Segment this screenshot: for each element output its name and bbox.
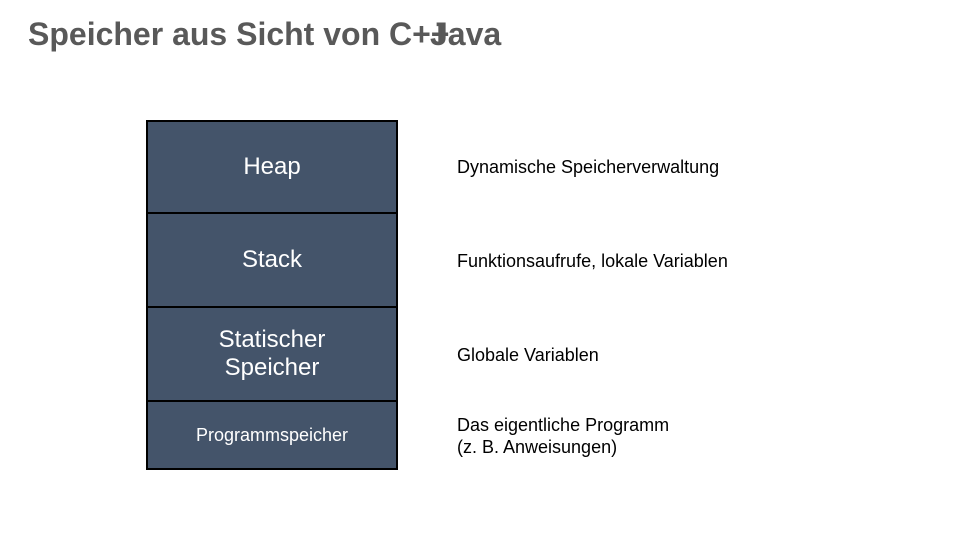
desc-heap-text: Dynamische Speicherverwaltung xyxy=(457,157,719,178)
memory-cell-stack-label: Stack xyxy=(242,246,302,274)
slide: Speicher aus Sicht von C++ Java Heap Sta… xyxy=(0,0,960,540)
title-tech-java: Java xyxy=(430,16,501,53)
memory-cell-static-label: Statischer Speicher xyxy=(219,326,326,381)
desc-program: Das eigentliche Programm (z. B. Anweisun… xyxy=(457,402,877,470)
memory-cell-stack: Stack xyxy=(146,214,398,308)
memory-cell-static: Statischer Speicher xyxy=(146,308,398,402)
memory-cell-program: Programmspeicher xyxy=(146,402,398,470)
memory-cell-heap: Heap xyxy=(146,120,398,214)
desc-stack: Funktionsaufrufe, lokale Variablen xyxy=(457,214,877,308)
slide-title: Speicher aus Sicht von C++ Java xyxy=(28,16,449,53)
memory-cell-program-label: Programmspeicher xyxy=(196,425,348,446)
title-prefix: Speicher aus Sicht von xyxy=(28,16,389,52)
desc-static-text: Globale Variablen xyxy=(457,345,599,366)
desc-program-text: Das eigentliche Programm (z. B. Anweisun… xyxy=(457,414,669,459)
desc-heap: Dynamische Speicherverwaltung xyxy=(457,120,877,214)
desc-static: Globale Variablen xyxy=(457,308,877,402)
desc-stack-text: Funktionsaufrufe, lokale Variablen xyxy=(457,251,728,272)
memory-cell-heap-label: Heap xyxy=(243,153,300,181)
memory-stack-diagram: Heap Stack Statischer Speicher Programms… xyxy=(146,120,398,470)
memory-descriptions: Dynamische Speicherverwaltung Funktionsa… xyxy=(457,120,877,470)
